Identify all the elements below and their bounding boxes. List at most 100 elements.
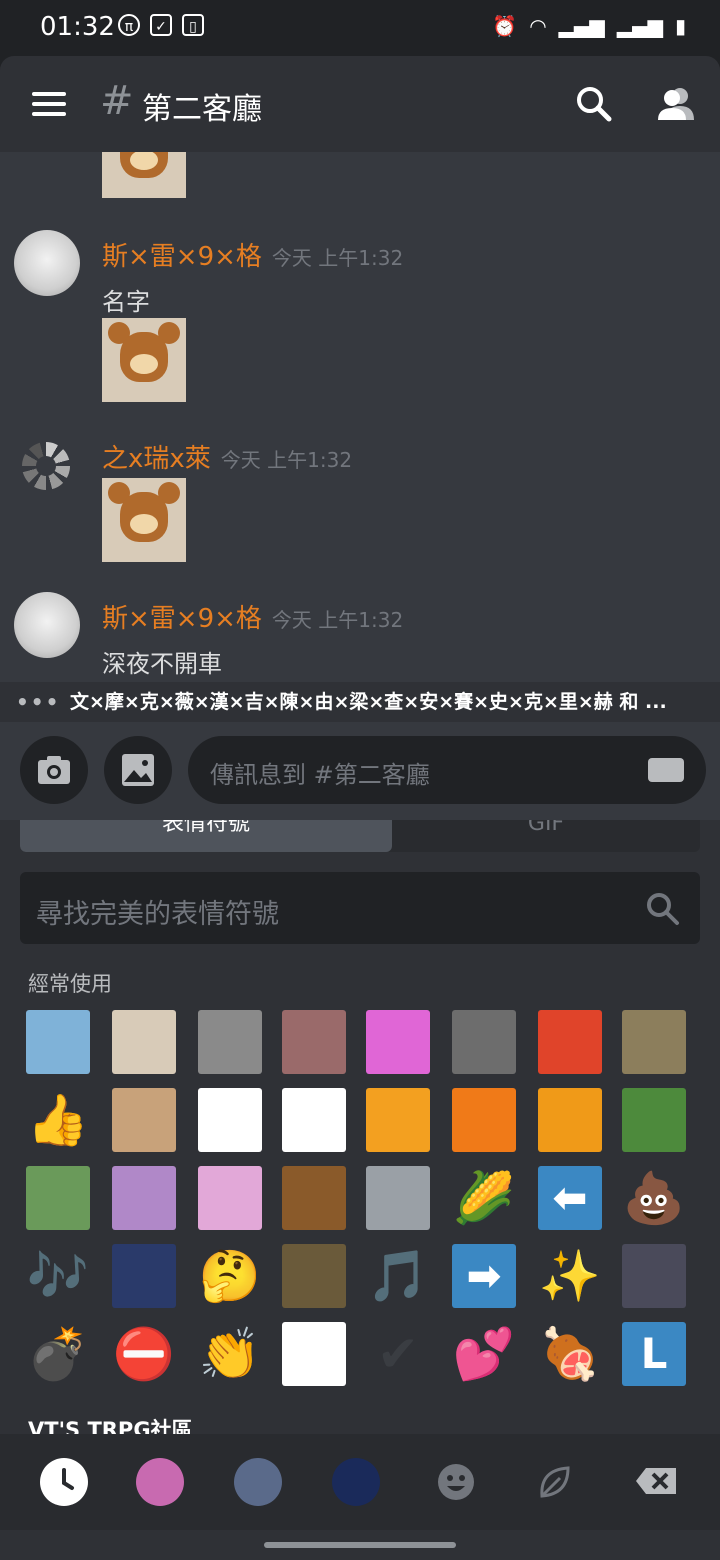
rabbit-heart-emoji[interactable] [282, 1088, 346, 1152]
no-entry-emoji-glyph: ⛔ [112, 1325, 176, 1383]
bomb-emoji-glyph: 💣 [26, 1325, 90, 1383]
section-frequently-used: 經常使用 [28, 972, 112, 996]
check-mark-emoji[interactable]: ✔ [366, 1322, 430, 1386]
screaming-cat-emoji-glyph [198, 1010, 262, 1074]
bomb-emoji[interactable]: 💣 [26, 1322, 90, 1386]
letter-l-emoji[interactable]: L [622, 1322, 686, 1386]
server-icon-3[interactable] [332, 1458, 380, 1506]
jerry-sticker-image[interactable] [102, 152, 186, 198]
woody-face-emoji[interactable] [282, 1166, 346, 1230]
search-icon[interactable] [572, 82, 616, 126]
camera-button[interactable] [20, 736, 88, 804]
tab-gif[interactable]: GIF [392, 820, 700, 852]
anime-explosion-emoji[interactable] [366, 1088, 430, 1152]
arrow-left-emoji[interactable]: ⬅ [538, 1166, 602, 1230]
username-text[interactable]: 之x瑞x萊 [102, 444, 211, 474]
smiley-face-icon[interactable] [432, 1458, 480, 1506]
status-icons-left: π ✓ ▯ [118, 14, 204, 36]
message-username[interactable]: 斯×雷×9×格 今天 上午1:32 [102, 236, 403, 273]
hamster-emoji-glyph [112, 1088, 176, 1152]
anime-girl-green-hair-emoji[interactable] [26, 1166, 90, 1230]
corn-emoji-glyph: 🌽 [452, 1169, 516, 1227]
drake-yes-emoji-glyph [538, 1088, 602, 1152]
blurry-dog-emoji[interactable] [282, 1244, 346, 1308]
anime-girl-shocked-emoji[interactable] [198, 1166, 262, 1230]
corn-emoji[interactable]: 🌽 [452, 1166, 516, 1230]
emoji-category-bar [0, 1434, 720, 1530]
thinking-face-emoji[interactable]: 🤔 [198, 1244, 262, 1308]
emoji-search-placeholder: 尋找完美的表情符號 [36, 899, 279, 930]
anime-girl-shocked-emoji-glyph [198, 1166, 262, 1230]
server-icon-2[interactable] [234, 1458, 282, 1506]
screaming-face-emoji[interactable] [452, 1010, 516, 1074]
jerry-mouse-emoji-glyph [112, 1010, 176, 1074]
sparkles-emoji[interactable]: ✨ [538, 1244, 602, 1308]
backspace-icon[interactable] [634, 1458, 680, 1506]
jerry-mouse-emoji[interactable] [112, 1010, 176, 1074]
tab-emoji[interactable]: 表情符號 [20, 820, 392, 852]
seal-emoji-glyph [622, 1010, 686, 1074]
message-list[interactable]: 斯×雷×9×格 今天 上午1:32 名字 之x瑞x萊 今天 上午1:32 斯×雷×9… [0, 152, 720, 682]
message-timestamp: 今天 上午1:32 [271, 246, 404, 270]
signal-icon: ▂▄▆ [558, 14, 605, 38]
two-hearts-emoji[interactable]: 💕 [452, 1322, 516, 1386]
status-time: 01:32 [40, 12, 115, 42]
emoji-search-input[interactable]: 尋找完美的表情符號 [20, 872, 700, 944]
musical-note-emoji[interactable]: 🎵 [366, 1244, 430, 1308]
poop-emoji[interactable]: 💩 [622, 1166, 686, 1230]
meat-on-bone-emoji[interactable]: 🍖 [538, 1322, 602, 1386]
anime-girl-pink-hair-emoji[interactable] [112, 1166, 176, 1230]
jerry-sticker-image[interactable] [102, 318, 186, 402]
tom-cat-shocked-emoji[interactable] [366, 1166, 430, 1230]
musical-notes-emoji-glyph: 🎶 [26, 1247, 90, 1305]
typing-users-text: 文×摩×克×薇×漢×吉×陳×由×梁×查×安×賽×史×克×里×赫 和 ... [70, 691, 667, 713]
anime-girl-wall-emoji-glyph [282, 1010, 346, 1074]
jerry-sticker-image[interactable] [102, 478, 186, 562]
pink-cat-rainbow-emoji-glyph [366, 1010, 430, 1074]
avatar[interactable] [14, 230, 80, 296]
penguin-gun-emoji[interactable] [282, 1322, 346, 1386]
clapping-hands-emoji[interactable]: 👏 [198, 1322, 262, 1386]
pink-cat-rainbow-emoji[interactable] [366, 1010, 430, 1074]
username-text[interactable]: 斯×雷×9×格 [102, 242, 262, 272]
username-text[interactable]: 斯×雷×9×格 [102, 604, 262, 634]
seal-emoji[interactable] [622, 1010, 686, 1074]
avatar[interactable] [14, 592, 80, 658]
menu-icon[interactable] [32, 92, 66, 122]
pi-icon: π [118, 14, 140, 36]
space-cat-emoji[interactable] [112, 1244, 176, 1308]
smiling-man-emoji[interactable] [26, 1010, 90, 1074]
checkbox-notification-icon: ✓ [150, 14, 172, 36]
penguin-gun-emoji-glyph [282, 1322, 346, 1386]
anime-glasses-man-emoji-glyph [622, 1244, 686, 1308]
parrot-emoji-glyph [622, 1088, 686, 1152]
arrow-left-emoji-glyph: ⬅ [552, 1173, 588, 1222]
message-username[interactable]: 之x瑞x萊 今天 上午1:32 [102, 438, 352, 475]
parrot-emoji[interactable] [622, 1088, 686, 1152]
laser-eyes-emoji[interactable] [538, 1010, 602, 1074]
message-timestamp: 今天 上午1:32 [271, 608, 404, 632]
keyboard-icon[interactable] [648, 758, 684, 782]
message-username[interactable]: 斯×雷×9×格 今天 上午1:32 [102, 598, 403, 635]
message-text: 深夜不開車 [102, 650, 222, 678]
drake-no-emoji[interactable] [452, 1088, 516, 1152]
anime-glasses-man-emoji[interactable] [622, 1244, 686, 1308]
arrow-right-emoji[interactable]: ➡ [452, 1244, 516, 1308]
anime-girl-wall-emoji[interactable] [282, 1010, 346, 1074]
musical-notes-emoji[interactable]: 🎶 [26, 1244, 90, 1308]
members-icon[interactable] [654, 82, 698, 126]
server-icon-1[interactable] [136, 1458, 184, 1506]
hamster-emoji[interactable] [112, 1088, 176, 1152]
message-input[interactable]: 傳訊息到 #第二客廳 [188, 736, 706, 804]
drake-no-emoji-glyph [452, 1088, 516, 1152]
recent-clock-icon[interactable] [40, 1458, 88, 1506]
thumbs-up-emoji[interactable]: 👍 [26, 1088, 90, 1152]
image-upload-button[interactable] [104, 736, 172, 804]
message-composer: 傳訊息到 #第二客廳 [0, 722, 720, 820]
leaf-icon[interactable] [530, 1458, 578, 1506]
no-entry-emoji[interactable]: ⛔ [112, 1322, 176, 1386]
home-indicator[interactable] [264, 1542, 456, 1548]
rabbit-dance-emoji[interactable] [198, 1088, 262, 1152]
screaming-cat-emoji[interactable] [198, 1010, 262, 1074]
drake-yes-emoji[interactable] [538, 1088, 602, 1152]
